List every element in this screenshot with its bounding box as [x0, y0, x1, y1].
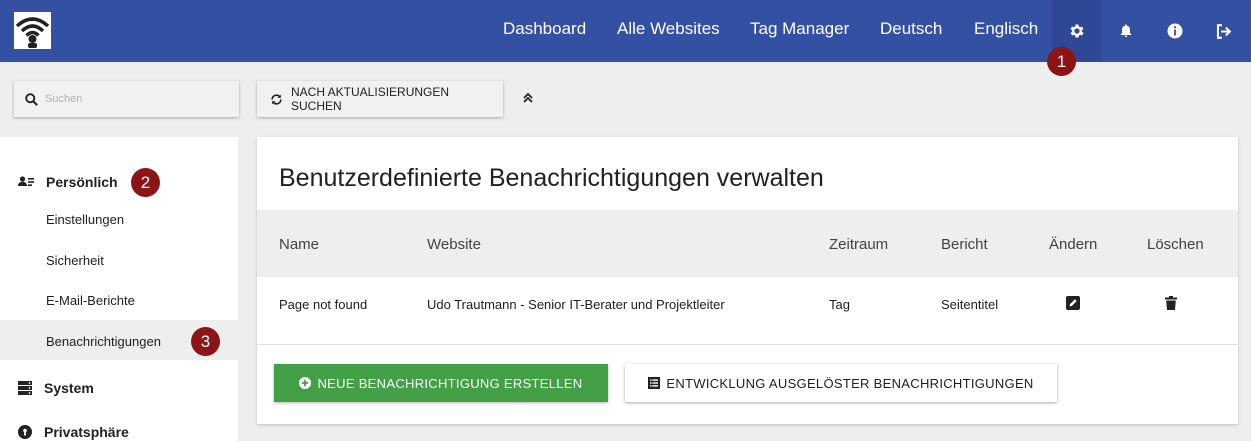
- step-badge-1: 1: [1047, 47, 1076, 76]
- sidebar-item-notifications[interactable]: Benachrichtigungen: [46, 334, 161, 349]
- column-header-report: Bericht: [941, 236, 988, 253]
- bell-icon[interactable]: [1101, 0, 1150, 62]
- check-updates-button[interactable]: NACH AKTUALISIERUNGEN SUCHEN: [257, 81, 503, 117]
- logout-icon[interactable]: [1199, 0, 1248, 62]
- create-notification-button[interactable]: NEUE BENACHRICHTIGUNG ERSTELLEN: [274, 364, 608, 402]
- sidebar-section-privacy[interactable]: Privatsphäre: [18, 424, 129, 440]
- column-header-delete: Löschen: [1147, 236, 1204, 253]
- sidebar-personal-label: Persönlich: [46, 174, 118, 190]
- sidebar-privacy-label: Privatsphäre: [44, 424, 129, 440]
- sidebar-section-system[interactable]: System: [18, 380, 94, 396]
- chevron-double-up-icon[interactable]: [520, 90, 536, 106]
- table-header: Name Website Zeitraum Bericht Ändern Lös…: [257, 210, 1238, 277]
- column-header-edit: Ändern: [1049, 236, 1098, 253]
- sidebar-item-sicherheit[interactable]: Sicherheit: [46, 253, 104, 268]
- search-input[interactable]: [45, 93, 225, 105]
- sidebar-item-einstellungen[interactable]: Einstellungen: [46, 212, 124, 227]
- column-header-website: Website: [427, 236, 481, 253]
- nav-tag-manager-link[interactable]: Tag Manager: [750, 19, 849, 39]
- nav-english-link[interactable]: Englisch: [974, 19, 1038, 39]
- sidebar-section-personal[interactable]: Persönlich: [18, 174, 118, 190]
- nav-dashboard-link[interactable]: Dashboard: [503, 19, 586, 39]
- plus-circle-icon: [299, 377, 312, 389]
- refresh-icon: [271, 93, 282, 105]
- privacy-icon: [18, 425, 32, 439]
- step-badge-3: 3: [191, 327, 220, 356]
- list-icon: [648, 377, 661, 389]
- column-header-name: Name: [279, 236, 320, 253]
- edit-icon[interactable]: [1066, 296, 1080, 315]
- table-row: Page not found Udo Trautmann - Senior IT…: [257, 277, 1238, 345]
- cell-report: Seitentitel: [941, 297, 999, 312]
- page-title: Benutzerdefinierte Benachrichtigungen ve…: [279, 164, 824, 192]
- cell-name: Page not found: [279, 297, 368, 312]
- search-icon: [25, 92, 38, 106]
- triggered-history-button[interactable]: ENTWICKLUNG AUSGELÖSTER BENACHRICHTIGUNG…: [625, 364, 1057, 402]
- nav-german-link[interactable]: Deutsch: [880, 19, 942, 39]
- check-updates-label: NACH AKTUALISIERUNGEN SUCHEN: [291, 85, 450, 113]
- step-badge-2: 2: [131, 168, 160, 197]
- triggered-history-label: ENTWICKLUNG AUSGELÖSTER BENACHRICHTIGUNG…: [666, 375, 1034, 391]
- create-notification-label: NEUE BENACHRICHTIGUNG ERSTELLEN: [317, 375, 583, 391]
- user-card-icon: [18, 176, 34, 186]
- sidebar-system-label: System: [44, 380, 94, 396]
- cell-website: Udo Trautmann - Senior IT-Berater und Pr…: [427, 297, 725, 312]
- wifi-user-logo-icon[interactable]: [14, 12, 51, 49]
- info-icon[interactable]: [1150, 0, 1199, 62]
- nav-all-websites-link[interactable]: Alle Websites: [617, 19, 720, 39]
- settings-sidebar: Persönlich Einstellungen Sicherheit E-Ma…: [0, 137, 238, 441]
- notifications-card: Benutzerdefinierte Benachrichtigungen ve…: [257, 137, 1238, 424]
- cell-period: Tag: [829, 297, 850, 312]
- sidebar-item-email-reports[interactable]: E-Mail-Berichte: [46, 293, 135, 308]
- trash-icon[interactable]: [1165, 296, 1177, 315]
- column-header-period: Zeitraum: [829, 236, 889, 253]
- server-icon: [18, 381, 32, 395]
- search-box: [14, 81, 239, 117]
